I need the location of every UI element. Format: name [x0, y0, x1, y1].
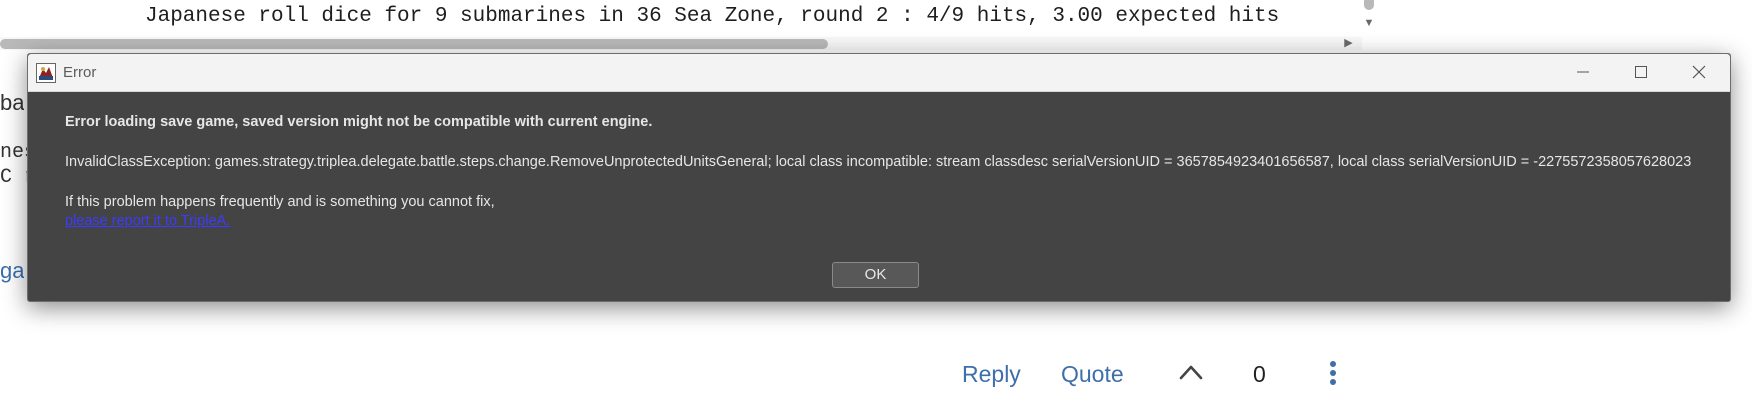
- background-link-fragment[interactable]: ga: [0, 258, 24, 284]
- triplea-app-icon: [36, 63, 56, 83]
- quote-button[interactable]: Quote: [1061, 356, 1124, 392]
- dialog-titlebar[interactable]: Error: [28, 54, 1730, 92]
- code-vertical-scrollbar-thumb[interactable]: [1364, 0, 1374, 10]
- ok-button[interactable]: OK: [832, 262, 919, 288]
- scroll-right-arrow-icon[interactable]: ▶: [1342, 37, 1355, 50]
- code-horizontal-scrollbar-thumb[interactable]: [0, 39, 828, 49]
- error-hint: If this problem happens frequently and i…: [65, 194, 495, 210]
- report-link[interactable]: please report it to TripleA.: [65, 213, 230, 229]
- error-dialog: Error Error loading save game, saved ver…: [27, 53, 1731, 302]
- vote-count: 0: [1253, 361, 1266, 387]
- code-block-line: Japanese roll dice for 9 submarines in 3…: [145, 5, 1280, 28]
- error-detail: InvalidClassException: games.strategy.tr…: [65, 154, 1692, 170]
- error-heading: Error loading save game, saved version m…: [65, 114, 653, 130]
- minimize-button[interactable]: [1554, 54, 1612, 91]
- dialog-title: Error: [63, 64, 97, 81]
- vertical-dots-icon[interactable]: [1326, 360, 1340, 388]
- close-button[interactable]: [1670, 54, 1728, 91]
- background-text-fragment: ba: [0, 90, 25, 115]
- reply-button[interactable]: Reply: [962, 356, 1021, 392]
- scroll-down-arrow-icon[interactable]: ▼: [1362, 16, 1376, 30]
- chevron-up-icon[interactable]: [1178, 362, 1204, 384]
- maximize-button[interactable]: [1612, 54, 1670, 91]
